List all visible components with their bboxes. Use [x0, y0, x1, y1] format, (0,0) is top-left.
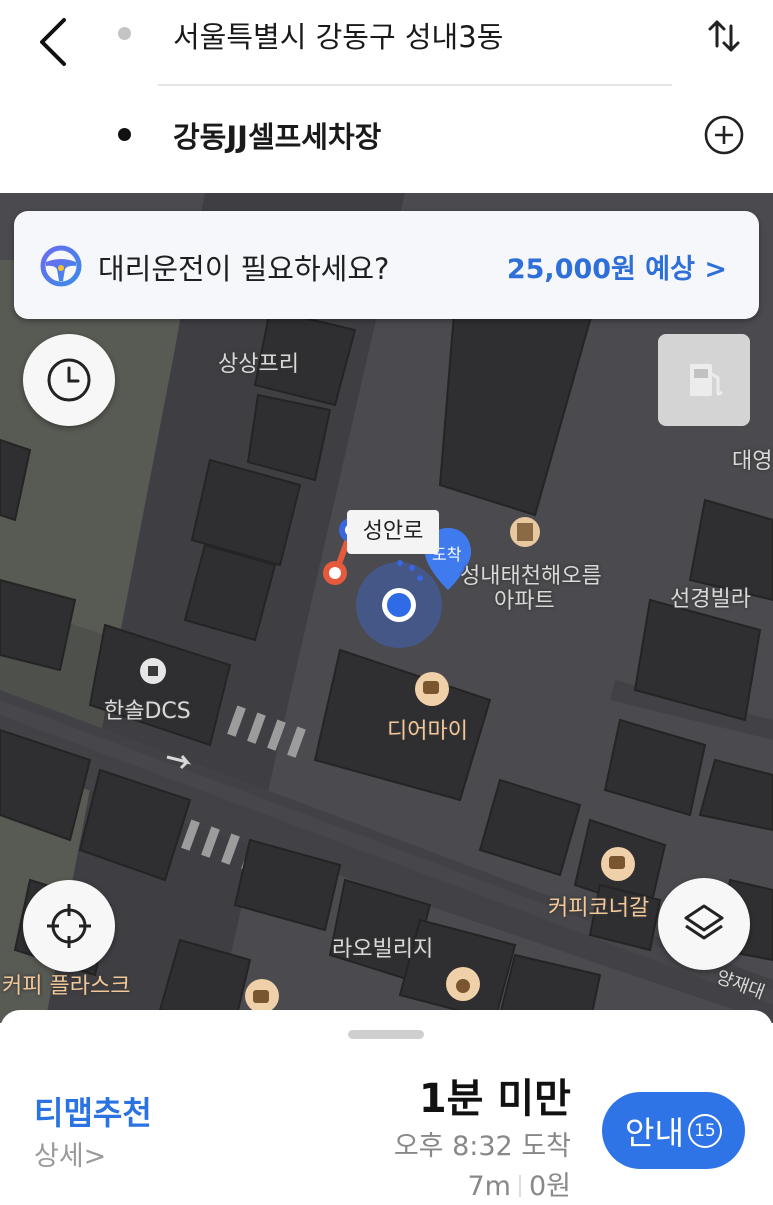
map-label-dear: 디어마이	[387, 719, 468, 744]
guide-label: 안내	[625, 1113, 684, 1152]
route-meta: 7m 0원	[467, 1164, 571, 1203]
banner-price[interactable]: 25,000원 예상 >	[507, 247, 727, 286]
current-location-button[interactable]	[23, 880, 115, 972]
map-layers-button[interactable]	[658, 878, 750, 970]
map-label-hansol: 한솔DCS	[104, 699, 191, 724]
banner-text: 대리운전이 필요하세요?	[98, 252, 390, 286]
map-label-seongyeong: 선경빌라	[670, 587, 751, 612]
arrival-time: 오후 8:32 도착	[393, 1131, 571, 1162]
swap-icon[interactable]	[704, 16, 744, 56]
road-name-callout: 성안로	[347, 510, 439, 554]
map-label-sangsang: 상상프리	[218, 352, 299, 377]
crosshair-icon	[47, 904, 91, 948]
guide-countdown: 15	[687, 1113, 722, 1148]
header-divider	[158, 84, 672, 86]
fuel-pump-icon	[690, 364, 724, 396]
sheet-handle[interactable]	[348, 1030, 424, 1039]
route-option-label[interactable]: 티맵추천	[34, 1088, 152, 1134]
map-label-coffee-corner: 커피코너갈	[548, 896, 650, 921]
clock-icon	[47, 358, 91, 402]
add-waypoint-icon[interactable]	[703, 114, 745, 156]
gas-station-button[interactable]	[658, 334, 750, 426]
back-arrow-icon[interactable]	[30, 14, 78, 70]
meta-divider	[518, 1175, 521, 1197]
toll-text: 0원	[528, 1171, 571, 1202]
map-label-daeyoung: 대영	[732, 449, 773, 474]
steering-wheel-icon	[40, 245, 82, 287]
destination-field[interactable]: 강동JJ셀프세차장	[173, 114, 381, 156]
detail-link[interactable]: 상세>	[34, 1134, 106, 1173]
origin-dot	[118, 27, 131, 40]
history-button[interactable]	[23, 334, 115, 426]
eta-text: 1분 미만	[418, 1076, 571, 1122]
start-guide-button[interactable]: 안내 15	[602, 1092, 745, 1169]
designated-driver-banner[interactable]: 대리운전이 필요하세요? 25,000원 예상 >	[14, 211, 759, 319]
layers-icon	[684, 904, 724, 940]
route-summary-sheet: 티맵추천 상세> 1분 미만 오후 8:32 도착 7m 0원 안내 15	[0, 1010, 773, 1205]
map-label-raov: 라오빌리지	[332, 937, 434, 962]
map-label-apt2: 아파트	[494, 589, 555, 614]
distance-text: 7m	[467, 1171, 511, 1202]
origin-field[interactable]: 서울특별시 강동구 성내3동	[173, 14, 503, 56]
destination-dot	[118, 128, 131, 141]
route-header: 서울특별시 강동구 성내3동 강동JJ셀프세차장	[0, 0, 773, 193]
map-label-coffee-plus: 커피 플라스크	[2, 974, 131, 999]
